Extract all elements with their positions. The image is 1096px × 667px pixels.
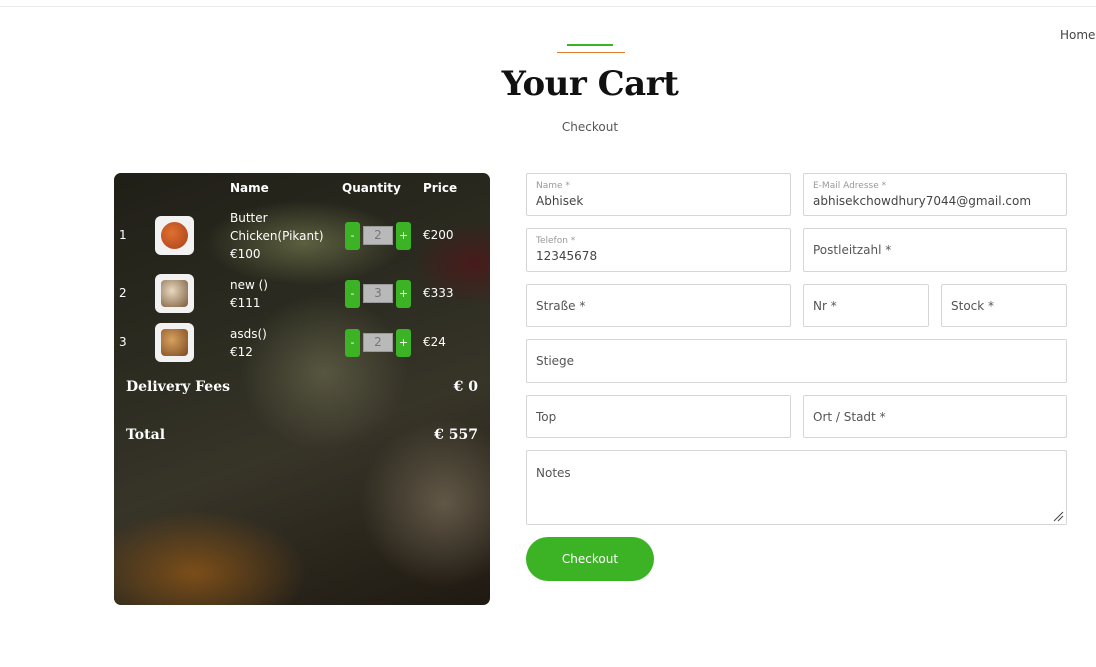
title-deco-green	[567, 44, 613, 46]
row-index: 1	[119, 228, 127, 242]
name-field-label: Name *	[536, 181, 570, 191]
city-placeholder: Ort / Stadt *	[813, 409, 886, 424]
row-index: 3	[119, 335, 127, 349]
floor-field[interactable]: Stock *	[941, 284, 1067, 327]
floor-placeholder: Stock *	[951, 298, 995, 313]
item-thumbnail	[155, 216, 194, 255]
row-index: 2	[119, 286, 127, 300]
stairs-placeholder: Stiege	[536, 354, 575, 368]
dish-image	[161, 280, 188, 307]
name-field-value: Abhisek	[536, 194, 584, 208]
item-thumbnail	[155, 323, 194, 362]
top-placeholder: Top	[536, 409, 557, 424]
qty-minus-button[interactable]: -	[345, 329, 360, 357]
street-field[interactable]: Straße *	[526, 284, 791, 327]
dish-image	[161, 329, 188, 356]
qty-minus-button[interactable]: -	[345, 280, 360, 308]
col-header-price: Price	[423, 181, 458, 195]
city-field[interactable]: Ort / Stadt *	[803, 395, 1067, 438]
checkout-button[interactable]: Checkout	[526, 537, 654, 581]
page-subtitle: Checkout	[561, 120, 619, 134]
stairs-field[interactable]: Stiege	[526, 339, 1067, 383]
total-value: € 557	[434, 427, 478, 443]
street-placeholder: Straße *	[536, 298, 586, 313]
notes-textarea[interactable]: Notes	[526, 450, 1067, 525]
delivery-fees-value: € 0	[453, 379, 478, 395]
house-number-field[interactable]: Nr *	[803, 284, 929, 327]
item-total: €24	[423, 335, 446, 349]
col-header-name: Name	[230, 181, 269, 195]
nav-home-link[interactable]: Home	[1060, 28, 1095, 42]
item-name-text: Butter Chicken(Pikant)	[230, 211, 324, 243]
item-name: Butter Chicken(Pikant) €100	[230, 209, 330, 263]
item-name-text: new ()	[230, 278, 268, 292]
email-field-label: E-Mail Adresse *	[813, 181, 887, 191]
total-label: Total	[126, 427, 166, 443]
resize-grip-icon[interactable]	[1053, 511, 1064, 522]
email-field-value: abhisekchowdhury7044@gmail.com	[813, 194, 1032, 208]
top-divider	[0, 6, 1096, 7]
phone-field-label: Telefon *	[536, 236, 576, 246]
item-thumbnail	[155, 274, 194, 313]
col-header-quantity: Quantity	[342, 181, 401, 195]
qty-plus-button[interactable]: +	[396, 222, 411, 250]
qty-input[interactable]: 2	[363, 226, 393, 245]
delivery-fees-label: Delivery Fees	[126, 379, 230, 395]
name-field[interactable]: Name * Abhisek	[526, 173, 791, 216]
cart-panel: Name Quantity Price 1 Butter Chicken(Pik…	[114, 173, 490, 605]
item-total: €200	[423, 228, 454, 242]
phone-field[interactable]: Telefon * 12345678	[526, 228, 791, 272]
item-name-text: asds()	[230, 327, 267, 341]
qty-minus-button[interactable]: -	[345, 222, 360, 250]
postcode-placeholder: Postleitzahl *	[813, 243, 892, 257]
item-name: new () €111	[230, 276, 330, 312]
qty-input[interactable]: 2	[363, 333, 393, 352]
item-unit-price: €12	[230, 345, 253, 359]
house-number-placeholder: Nr *	[813, 298, 837, 313]
phone-field-value: 12345678	[536, 249, 598, 263]
qty-input[interactable]: 3	[363, 284, 393, 303]
item-unit-price: €111	[230, 296, 261, 310]
qty-plus-button[interactable]: +	[396, 329, 411, 357]
item-name: asds() €12	[230, 325, 330, 361]
dish-image	[161, 222, 188, 249]
notes-placeholder: Notes	[536, 466, 571, 480]
page-title: Your Cart	[501, 64, 679, 104]
title-decoration	[557, 44, 625, 54]
top-field[interactable]: Top	[526, 395, 791, 438]
item-unit-price: €100	[230, 247, 261, 261]
item-total: €333	[423, 286, 454, 300]
email-field[interactable]: E-Mail Adresse * abhisekchowdhury7044@gm…	[803, 173, 1067, 216]
postcode-field[interactable]: Postleitzahl *	[803, 228, 1067, 272]
title-deco-orange	[557, 52, 625, 53]
qty-plus-button[interactable]: +	[396, 280, 411, 308]
